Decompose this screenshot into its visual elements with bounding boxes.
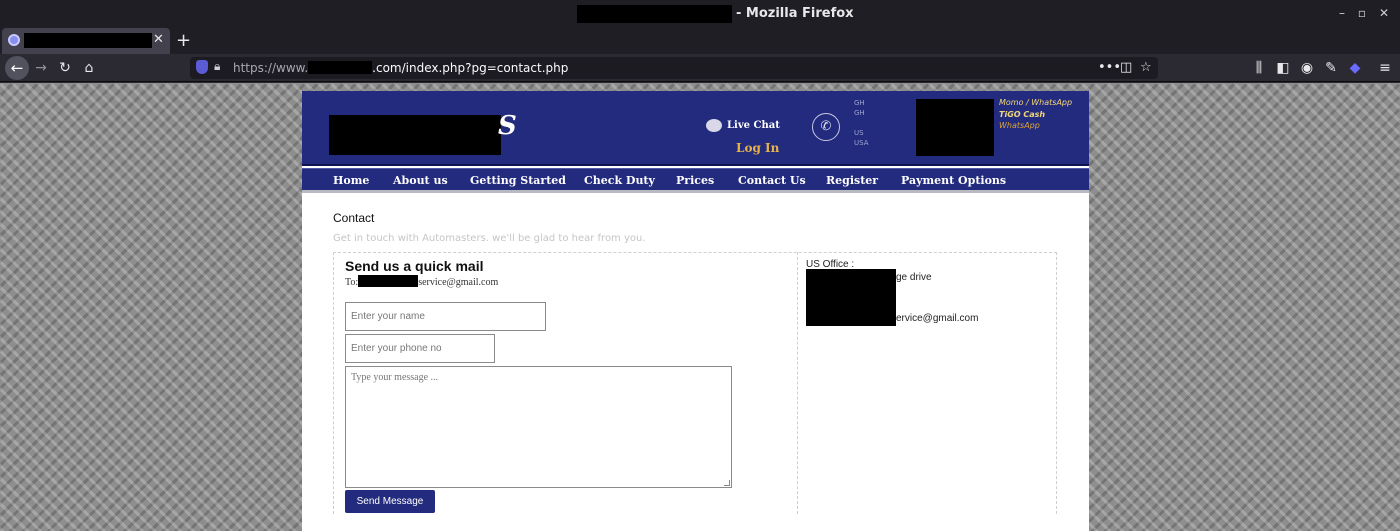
forward-arrow-icon[interactable]: → [32, 59, 50, 77]
url-prefix: https://www. [233, 61, 309, 75]
window-titlebar: - Mozilla Firefox – ▫ ✕ [0, 0, 1400, 28]
close-window-icon[interactable]: ✕ [1376, 5, 1392, 21]
panel-divider [797, 252, 798, 514]
resize-grip-icon[interactable] [724, 480, 730, 486]
nav-item-register[interactable]: Register [826, 174, 878, 187]
url-suffix: .com/index.php?pg=contact.php [372, 61, 569, 75]
minimize-icon[interactable]: – [1334, 5, 1350, 21]
page-title: Contact [333, 211, 375, 225]
name-field-box [345, 302, 546, 331]
mail-heading: Send us a quick mail [345, 258, 484, 274]
message-field-box [345, 366, 732, 488]
main-nav: Home About us Getting Started Check Duty… [302, 168, 1089, 193]
menu-icon[interactable]: ≡ [1376, 59, 1394, 77]
phone-input[interactable] [346, 335, 494, 362]
email-redacted [358, 275, 419, 287]
nav-item-check-duty[interactable]: Check Duty [584, 174, 655, 187]
send-message-button[interactable]: Send Message [345, 490, 435, 513]
name-input[interactable] [346, 303, 545, 330]
tab-title-redacted [24, 33, 152, 48]
to-prefix: To: [345, 277, 359, 288]
lock-icon[interactable]: 🔒︎ [214, 59, 220, 74]
maximize-icon[interactable]: ▫ [1354, 5, 1370, 21]
nav-item-home[interactable]: Home [333, 174, 369, 187]
url-domain-redacted [308, 61, 373, 74]
contact-numbers: GH GH US USA [854, 98, 869, 148]
bookmark-star-icon[interactable]: ☆ [1140, 60, 1152, 75]
page-background: S Live Chat Log In ✆ GH GH US USA Momo /… [0, 83, 1400, 531]
contact-label: GH [854, 109, 865, 117]
tracking-protection-icon[interactable] [196, 60, 208, 74]
back-arrow-icon[interactable]: ← [5, 56, 29, 80]
page-subtitle: Get in touch with Automasters. we'll be … [333, 233, 646, 244]
library-icon[interactable]: ⫼ [1250, 59, 1268, 77]
payment-line: TiGO Cash [999, 109, 1046, 119]
payment-methods: Momo / WhatsApp TiGO Cash WhatsApp [999, 97, 1072, 132]
phone-icon: ✆ [812, 113, 840, 141]
office-address: ge drive [896, 272, 932, 283]
navigation-toolbar: ← → ↻ ⌂ 🔒︎ https://www. .com/index.php?pg… [0, 54, 1400, 82]
url-text[interactable]: https://www. .com/index.php?pg=contact.ph… [233, 61, 568, 75]
nav-item-contact-us[interactable]: Contact Us [738, 174, 806, 187]
message-textarea[interactable] [346, 367, 731, 487]
pocket-icon[interactable]: ◫ [1120, 60, 1132, 75]
contact-label [854, 118, 869, 128]
chat-bubble-icon[interactable] [706, 119, 722, 132]
payment-line: Momo / WhatsApp [999, 98, 1073, 107]
phone-field-box [345, 334, 495, 363]
nav-item-getting-started[interactable]: Getting Started [470, 174, 566, 187]
tab-active[interactable]: ✕ [2, 28, 170, 54]
contact-label: USA [854, 139, 869, 147]
office-email: ervice@gmail.com [896, 313, 979, 324]
payment-logo-redacted [916, 99, 994, 156]
office-address-redacted [806, 269, 896, 326]
window-title-redacted [577, 5, 732, 23]
site-header: S Live Chat Log In ✆ GH GH US USA Momo /… [302, 91, 1089, 166]
live-chat-link[interactable]: Live Chat [727, 120, 780, 131]
home-icon[interactable]: ⌂ [80, 59, 98, 77]
payment-line: WhatsApp [999, 121, 1040, 130]
log-in-link[interactable]: Log In [736, 141, 779, 155]
to-suffix: service@gmail.com [418, 277, 499, 288]
new-tab-button[interactable]: + [176, 30, 191, 51]
logo-fragment: S [498, 111, 517, 141]
site-container: S Live Chat Log In ✆ GH GH US USA Momo /… [302, 91, 1089, 531]
tab-close-icon[interactable]: ✕ [153, 32, 164, 47]
window-title: - Mozilla Firefox [736, 6, 854, 21]
nav-item-prices[interactable]: Prices [676, 174, 714, 187]
extension-icon[interactable]: ✎ [1322, 59, 1340, 77]
contact-label: US [854, 129, 864, 137]
favicon-icon [8, 34, 20, 46]
extension-shield-icon[interactable]: ◆ [1346, 59, 1364, 77]
mail-recipient: To: service@gmail.com [345, 275, 498, 288]
nav-item-payment-options[interactable]: Payment Options [901, 174, 1006, 187]
address-bar[interactable]: 🔒︎ https://www. .com/index.php?pg=contact… [190, 57, 1158, 79]
logo-redacted [329, 115, 501, 155]
tab-strip: ✕ + [0, 28, 1400, 54]
sidebar-icon[interactable]: ◧ [1274, 59, 1292, 77]
contact-label: GH [854, 99, 865, 107]
account-icon[interactable]: ◉ [1298, 59, 1316, 77]
reload-icon[interactable]: ↻ [56, 59, 74, 77]
page-actions-icon[interactable]: ••• [1098, 60, 1121, 75]
nav-item-about-us[interactable]: About us [393, 174, 448, 187]
